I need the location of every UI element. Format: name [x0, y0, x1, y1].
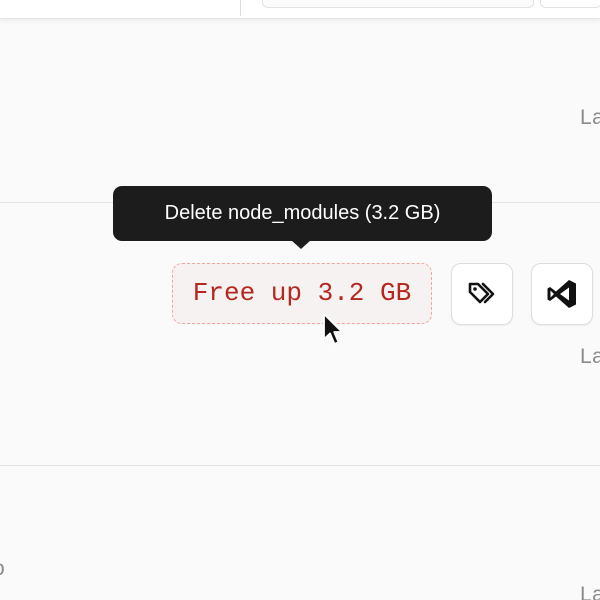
mouse-cursor-icon — [322, 312, 344, 353]
row-label: o — [0, 557, 5, 581]
free-up-space-button[interactable]: Free up 3.2 GB — [172, 263, 432, 324]
row-label: La — [580, 583, 600, 600]
row-divider — [0, 465, 600, 466]
toolbar-button[interactable] — [540, 0, 600, 8]
open-in-vscode-button[interactable] — [531, 263, 593, 325]
app-window: La La La o Delete node_modules (3.2 GB) … — [0, 0, 600, 600]
row-label: La — [580, 345, 600, 368]
tooltip-arrow — [291, 240, 311, 249]
toolbar-divider — [240, 0, 241, 16]
tooltip: Delete node_modules (3.2 GB) — [113, 186, 492, 241]
toolbar — [0, 0, 600, 19]
row-label: La — [580, 106, 600, 129]
tags-button[interactable] — [451, 263, 513, 325]
vscode-icon — [545, 277, 579, 311]
tags-icon — [466, 278, 498, 310]
search-field[interactable] — [262, 0, 534, 8]
